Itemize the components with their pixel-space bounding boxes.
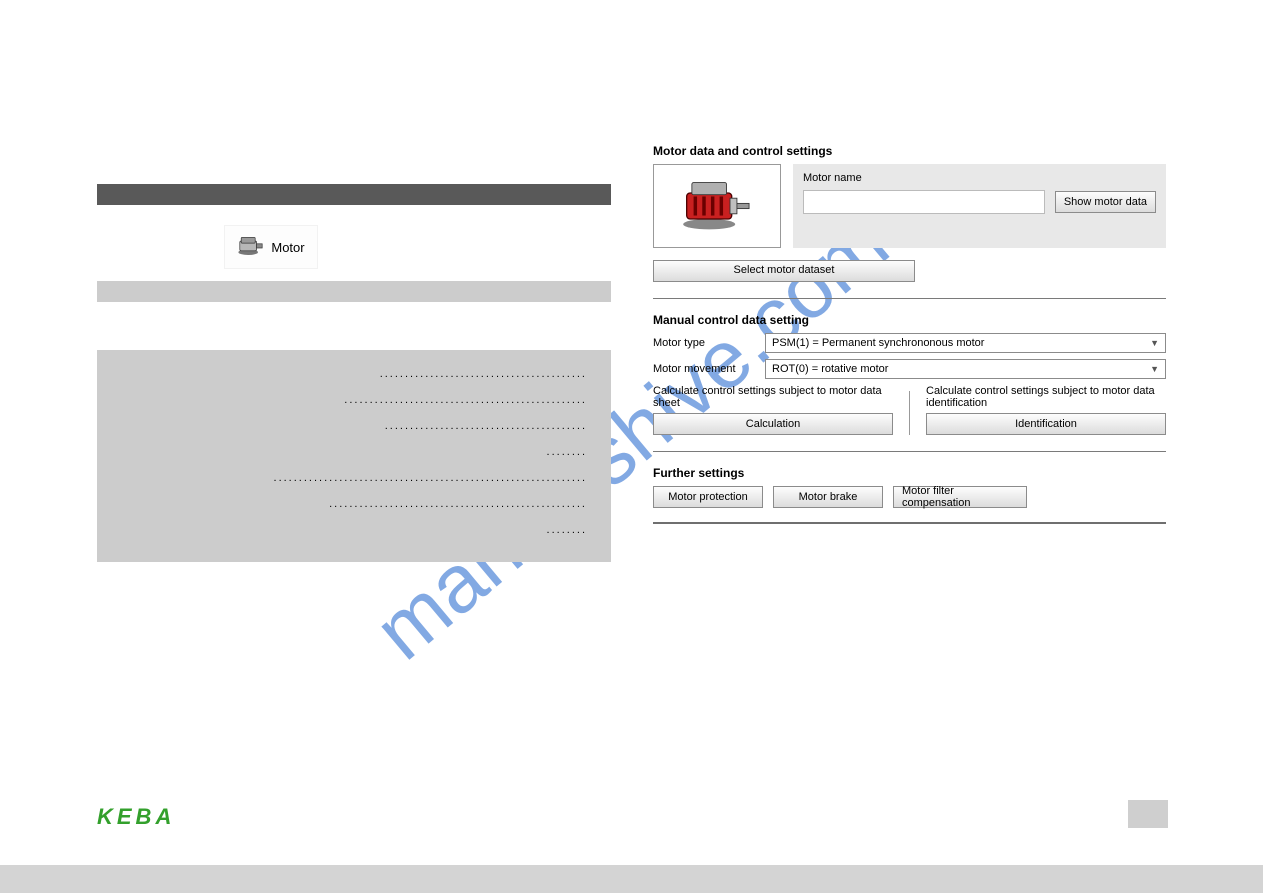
section-end-divider	[653, 522, 1166, 524]
dotted-line: ........................................…	[274, 472, 587, 484]
identification-button[interactable]: Identification	[926, 413, 1166, 435]
motor-name-input[interactable]	[803, 190, 1045, 214]
motor-tile-label: Motor	[271, 240, 304, 255]
further-settings-buttons: Motor protection Motor brake Motor filte…	[653, 486, 1166, 508]
motor-brake-button[interactable]: Motor brake	[773, 486, 883, 508]
calc-right-hint: Calculate control settings subject to mo…	[926, 385, 1166, 409]
motor-tile[interactable]: Motor	[224, 225, 318, 269]
motor-protection-button[interactable]: Motor protection	[653, 486, 763, 508]
panel-title: Motor data and control settings	[653, 144, 1166, 158]
left-column: Motor ..................................…	[97, 184, 611, 562]
motor-icon	[237, 234, 265, 260]
calc-columns: Calculate control settings subject to mo…	[653, 385, 1166, 435]
vertical-divider	[909, 391, 910, 435]
dotted-line: ........................................…	[344, 394, 587, 406]
dotted-line: ........................................…	[380, 368, 587, 380]
further-settings-title: Further settings	[653, 466, 1166, 480]
grey-panel: ........................................…	[97, 350, 611, 562]
motor-type-dropdown[interactable]: PSM(1) = Permanent synchrononous motor ▼	[765, 333, 1166, 353]
motor-movement-dropdown[interactable]: ROT(0) = rotative motor ▼	[765, 359, 1166, 379]
motor-movement-label: Motor movement	[653, 363, 765, 375]
motor-image	[653, 164, 781, 248]
motor-type-value: PSM(1) = Permanent synchrononous motor	[772, 337, 984, 349]
footer-band	[0, 865, 1263, 893]
page-number-box	[1128, 800, 1168, 828]
motor-name-label: Motor name	[803, 172, 1156, 184]
calc-right: Calculate control settings subject to mo…	[926, 385, 1166, 435]
dotted-line: ........................................…	[329, 498, 587, 510]
motor-movement-row: Motor movement ROT(0) = rotative motor ▼	[653, 359, 1166, 379]
calculation-button[interactable]: Calculation	[653, 413, 893, 435]
motor-name-area: Motor name Show motor data	[793, 164, 1166, 248]
dotted-line: ........................................	[385, 420, 587, 432]
dotted-line: ........	[547, 446, 587, 458]
select-motor-dataset-button[interactable]: Select motor dataset	[653, 260, 915, 282]
motor-type-label: Motor type	[653, 337, 765, 349]
motor-filter-comp-button[interactable]: Motor filter compensation	[893, 486, 1027, 508]
brand-logo: KEBA	[97, 804, 175, 830]
calc-left-hint: Calculate control settings subject to mo…	[653, 385, 893, 409]
motor-type-row: Motor type PSM(1) = Permanent synchronon…	[653, 333, 1166, 353]
motor-movement-value: ROT(0) = rotative motor	[772, 363, 888, 375]
show-motor-data-button[interactable]: Show motor data	[1055, 191, 1156, 213]
chevron-down-icon: ▼	[1150, 338, 1159, 348]
chevron-down-icon: ▼	[1150, 364, 1159, 374]
dotted-line: ........	[547, 524, 587, 536]
dark-band	[97, 184, 611, 205]
manual-control-title: Manual control data setting	[653, 313, 1166, 327]
motor-header: Motor name Show motor data	[653, 164, 1166, 248]
section-divider	[653, 451, 1166, 452]
calc-left: Calculate control settings subject to mo…	[653, 385, 893, 435]
section-divider	[653, 298, 1166, 299]
settings-panel: Motor data and control settings	[653, 144, 1166, 524]
light-band	[97, 281, 611, 302]
